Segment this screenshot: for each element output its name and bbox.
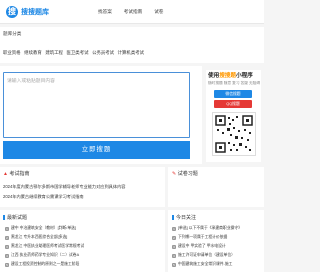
hot-item[interactable]: 4 施工许可证申请单位（建设单位） [172, 253, 235, 258]
app-promo-card: 使用搜搜题小程序 随时搜题 随意 复习 答疑 无阻碍 微信搜题 QQ搜题 [206, 70, 261, 162]
question-input[interactable]: 请输入或粘贴题目内容 [3, 72, 190, 138]
hot-title: 今日关注 [172, 214, 196, 221]
category-item[interactable]: 公务员考试 [92, 50, 114, 56]
search-button[interactable]: 立即搜题 [3, 141, 190, 159]
hot-item[interactable]: 2 下列哪一项属于工程计价依据 [172, 235, 227, 240]
edit-icon: ✎ [172, 170, 177, 177]
section-marker [172, 215, 174, 220]
top-bar: 搜 搜搜题库 找答案 考试指南 试卷 [0, 0, 264, 24]
nav-item-papers[interactable]: 试卷 [148, 0, 169, 24]
hot-item[interactable]: 1 [单选] 以下不属于《承建商职业操守》 [172, 226, 242, 231]
main-nav: 找答案 考试指南 试卷 [92, 0, 169, 24]
hot-item[interactable]: 5 中国建筑施工安全常识课件-施工 [172, 262, 232, 267]
latest-title: 最新试题 [3, 214, 27, 221]
latest-item[interactable]: 1 建中 中冶建筑安全（教材）[判断/单选] [5, 226, 76, 231]
qq-search-button[interactable]: QQ搜题 [214, 100, 252, 108]
section-marker [3, 215, 5, 220]
logo-icon: 搜 [6, 6, 18, 18]
popular-title: ✎ 试卷习题 [172, 170, 198, 178]
hot-item[interactable]: 3 建设中 甲实验了 甲水电设计 [172, 244, 226, 249]
category-item[interactable]: 继续教育 [24, 50, 42, 56]
nav-item-exam-guide[interactable]: 考试指南 [118, 0, 148, 24]
logo-text: 搜搜题库 [21, 9, 49, 16]
app-subtitle: 随时搜题 随意 复习 答疑 无阻碍 [208, 81, 261, 85]
latest-item[interactable]: 2 黑龙江 专升本西医综合全部[多选] [5, 235, 67, 240]
category-list: 职业资格 继续教育 建筑工程 医卫类考试 公务员考试 计算机类考试 [3, 50, 148, 56]
latest-item[interactable]: 3 黑龙江 中医执业助理医师考试医学常规考试 [5, 244, 84, 249]
qr-code-image [212, 112, 256, 156]
exam-guide-item[interactable]: 2024年内蒙古继续教育公需课学习考试指南 [3, 194, 84, 200]
category-panel [0, 27, 264, 63]
latest-item[interactable]: 5 建设工程投资控制的原则之一是施工阶段 [5, 262, 79, 267]
site-logo[interactable]: 搜 搜搜题库 [6, 5, 49, 19]
flame-icon: ▲ [3, 170, 8, 177]
category-title: 题库分类 [3, 31, 22, 36]
exam-guide-title: ▲ 考试指南 [3, 170, 30, 178]
category-item[interactable]: 职业资格 [3, 50, 21, 56]
nav-item-find-answer[interactable]: 找答案 [92, 0, 118, 24]
category-item[interactable]: 医卫类考试 [67, 50, 89, 56]
latest-item[interactable]: 4 江西 执业药师药学专业知识（二）试卷A [5, 253, 79, 258]
exam-guide-item[interactable]: 2024年度内蒙古鄂尔多斯市国学辅导老师专业能力对应到具体内容 [3, 184, 125, 190]
app-title: 使用搜搜题小程序 [208, 73, 253, 79]
category-item[interactable]: 建筑工程 [45, 50, 63, 56]
wechat-search-button[interactable]: 微信搜题 [214, 90, 252, 98]
category-item[interactable]: 计算机类考试 [118, 50, 144, 56]
question-placeholder: 请输入或粘贴题目内容 [7, 79, 55, 84]
